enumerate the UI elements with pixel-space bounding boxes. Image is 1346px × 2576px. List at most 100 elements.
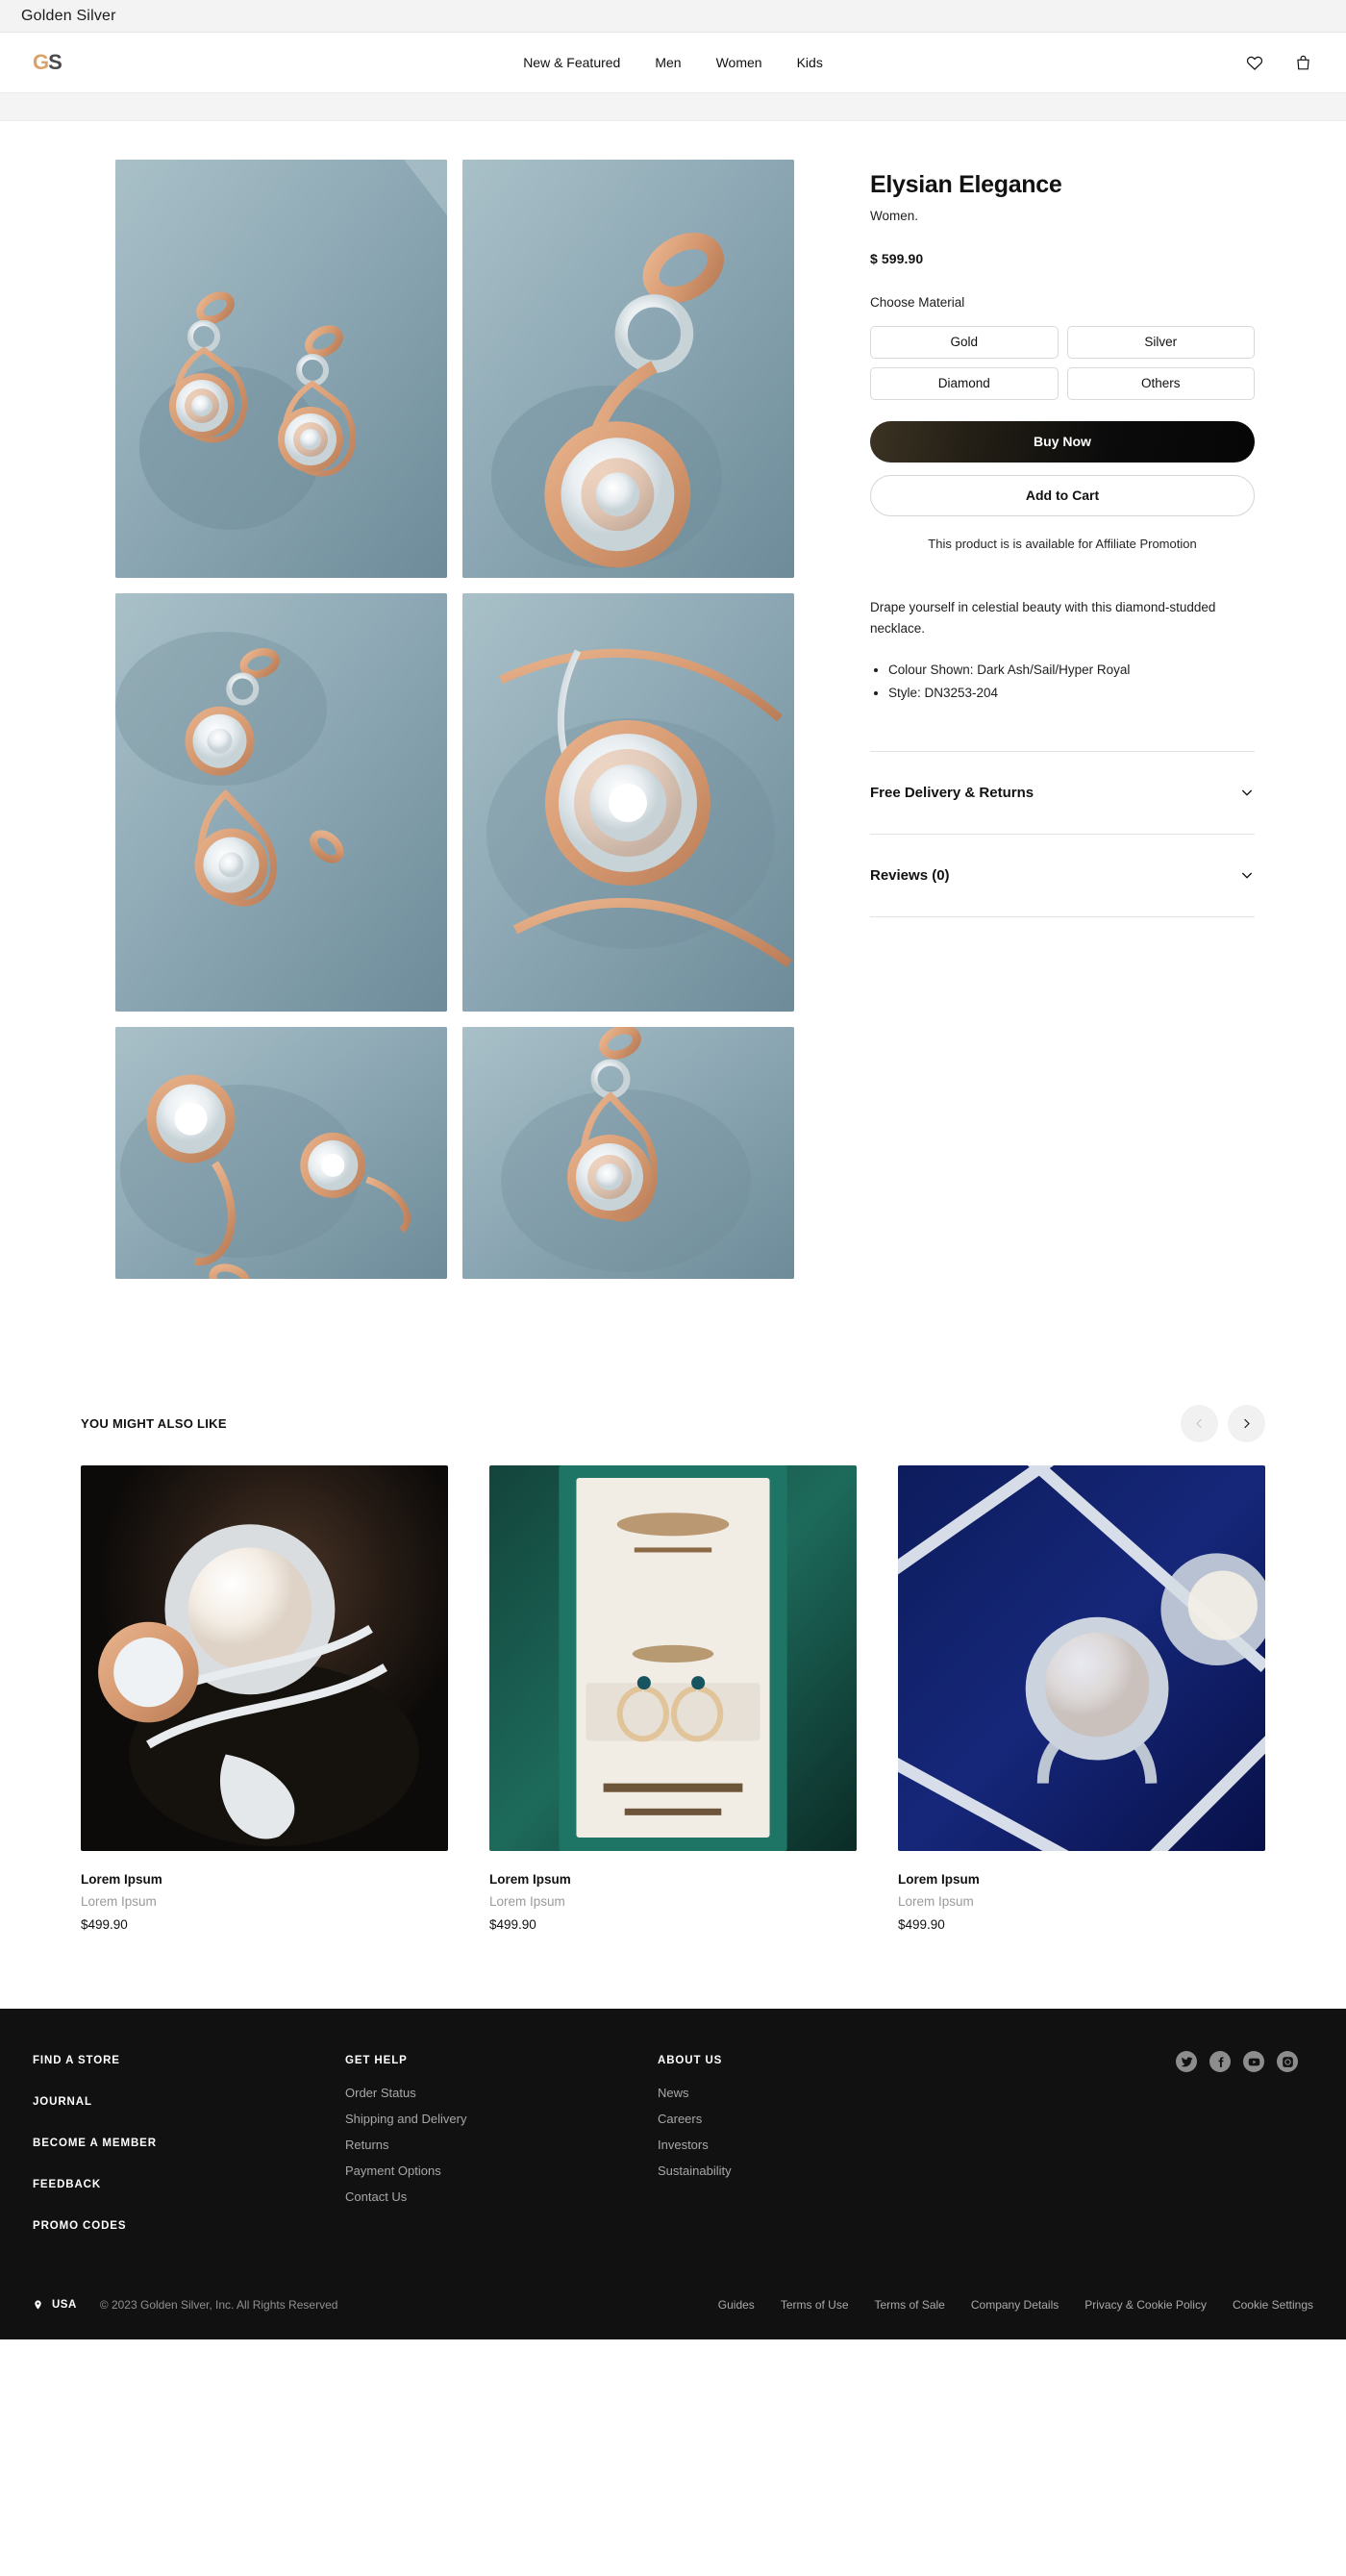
bag-icon[interactable] [1292,52,1313,73]
recommendation-name: Lorem Ipsum [898,1872,980,1887]
recommendation-name: Lorem Ipsum [81,1872,162,1887]
recommendations-section: YOU MIGHT ALSO LIKE Lorem Ipsum Lorem Ip… [0,1404,1346,1932]
recommendation-price: $499.90 [489,1917,536,1932]
footer-link-become-a-member[interactable]: BECOME A MEMBER [33,2138,345,2149]
affiliate-note: This product is is available for Affilia… [928,536,1197,551]
material-option-gold[interactable]: Gold [870,325,1059,359]
footer-link-find-a-store[interactable]: FIND A STORE [33,2055,345,2066]
footer-link-returns[interactable]: Returns [345,2138,658,2152]
footer-link-contact-us[interactable]: Contact Us [345,2189,658,2204]
product-details: Elysian Elegance Women. $ 599.90 Choose … [870,160,1255,1279]
footer-column-get-help: GET HELP Order Status Shipping and Deliv… [345,2055,658,2232]
footer-link-terms-of-use[interactable]: Terms of Use [781,2298,849,2312]
chevron-right-icon[interactable] [1228,1404,1265,1442]
nav-item-kids[interactable]: Kids [797,55,823,70]
footer-legal-links: Guides Terms of Use Terms of Sale Compan… [718,2298,1313,2312]
recommendation-thumbnail [898,1465,1265,1851]
recommendation-thumbnail [81,1465,448,1851]
copyright-text: © 2023 Golden Silver, Inc. All Rights Re… [99,2298,338,2312]
gallery-image-5[interactable] [115,1027,447,1279]
nav-item-women[interactable]: Women [716,55,762,70]
twitter-icon[interactable] [1176,2051,1197,2072]
footer-link-privacy-cookie-policy[interactable]: Privacy & Cookie Policy [1084,2298,1207,2312]
recommendation-card[interactable]: Lorem Ipsum Lorem Ipsum $499.90 [898,1465,1265,1932]
carousel-controls [1181,1404,1265,1442]
footer-link-order-status[interactable]: Order Status [345,2086,658,2100]
country-selector[interactable]: USA [33,2298,77,2312]
footer-link-sustainability[interactable]: Sustainability [658,2163,970,2178]
gallery-image-1[interactable] [115,160,447,578]
product-accordions: Free Delivery & Returns Reviews (0) [870,750,1255,917]
recommendations-grid: Lorem Ipsum Lorem Ipsum $499.90 Lorem Ip… [81,1465,1265,1932]
accordion-free-delivery-returns[interactable]: Free Delivery & Returns [870,752,1255,835]
brand-logo[interactable]: GS [33,50,62,75]
nav-item-new-featured[interactable]: New & Featured [523,55,620,70]
recommendation-price: $499.90 [81,1917,128,1932]
footer-bottom-bar: USA © 2023 Golden Silver, Inc. All Right… [33,2270,1313,2339]
recommendation-card[interactable]: Lorem Ipsum Lorem Ipsum $499.90 [81,1465,448,1932]
chevron-left-icon[interactable] [1181,1404,1218,1442]
gallery-image-2[interactable] [462,160,794,578]
footer-link-cookie-settings[interactable]: Cookie Settings [1233,2298,1313,2312]
recommendation-subtitle: Lorem Ipsum [81,1894,157,1909]
gallery-image-6[interactable] [462,1027,794,1279]
location-pin-icon [33,2298,43,2312]
footer-columns: FIND A STORE JOURNAL BECOME A MEMBER FEE… [33,2051,1313,2232]
header-subbar [0,92,1346,121]
material-option-diamond[interactable]: Diamond [870,366,1059,400]
footer-link-feedback[interactable]: FEEDBACK [33,2179,345,2190]
chevron-down-icon [1239,867,1255,883]
gallery-image-3[interactable] [115,593,447,1012]
footer-primary-links: FIND A STORE JOURNAL BECOME A MEMBER FEE… [33,2055,345,2232]
recommendation-card[interactable]: Lorem Ipsum Lorem Ipsum $499.90 [489,1465,857,1932]
spec-colour: Colour Shown: Dark Ash/Sail/Hyper Royal [888,659,1255,682]
recommendation-subtitle: Lorem Ipsum [489,1894,565,1909]
material-option-others[interactable]: Others [1066,366,1255,400]
product-description: Drape yourself in celestial beauty with … [870,599,1216,636]
logo-letter-s: S [48,50,62,74]
footer-link-terms-of-sale[interactable]: Terms of Sale [875,2298,945,2312]
window-titlebar: Golden Silver [0,0,1346,33]
footer-link-guides[interactable]: Guides [718,2298,755,2312]
site-header: GS New & Featured Men Women Kids [0,33,1346,92]
footer-link-news[interactable]: News [658,2086,970,2100]
accordion-reviews[interactable]: Reviews (0) [870,835,1255,917]
accordion-title: Free Delivery & Returns [870,784,1034,801]
footer-link-careers[interactable]: Careers [658,2112,970,2126]
nav-item-men[interactable]: Men [655,55,681,70]
footer-social-links [1176,2051,1298,2072]
country-label: USA [52,2299,77,2311]
recommendation-name: Lorem Ipsum [489,1872,571,1887]
footer-link-shipping-and-delivery[interactable]: Shipping and Delivery [345,2112,658,2126]
youtube-icon[interactable] [1243,2051,1264,2072]
logo-letter-g: G [33,50,49,74]
footer-link-promo-codes[interactable]: PROMO CODES [33,2220,345,2232]
gallery-image-4[interactable] [462,593,794,1012]
recommendation-price: $499.90 [898,1917,945,1932]
facebook-icon[interactable] [1209,2051,1231,2072]
primary-navigation: New & Featured Men Women Kids [0,55,1346,70]
footer-link-payment-options[interactable]: Payment Options [345,2163,658,2178]
product-category: Women. [870,208,919,223]
product-gallery [115,160,796,1279]
chevron-down-icon [1239,785,1255,800]
header-actions [1244,52,1313,73]
accordion-title: Reviews (0) [870,866,950,884]
footer-link-investors[interactable]: Investors [658,2138,970,2152]
spec-style: Style: DN3253-204 [888,682,1255,705]
footer-link-company-details[interactable]: Company Details [971,2298,1059,2312]
footer-column-about-us: ABOUT US News Careers Investors Sustaina… [658,2055,970,2232]
add-to-cart-button[interactable]: Add to Cart [870,474,1255,516]
recommendations-title: YOU MIGHT ALSO LIKE [81,1415,227,1431]
footer-link-journal[interactable]: JOURNAL [33,2096,345,2108]
buy-now-button[interactable]: Buy Now [870,420,1255,463]
heart-icon[interactable] [1244,52,1265,73]
footer-heading-about-us: ABOUT US [658,2055,723,2066]
footer-heading-get-help: GET HELP [345,2055,408,2066]
product-main: Elysian Elegance Women. $ 599.90 Choose … [0,160,1346,1279]
material-option-silver[interactable]: Silver [1066,325,1255,359]
product-price: $ 599.90 [870,250,924,266]
product-title: Elysian Elegance [870,171,1062,198]
recommendation-thumbnail [489,1465,857,1851]
instagram-icon[interactable] [1277,2051,1298,2072]
